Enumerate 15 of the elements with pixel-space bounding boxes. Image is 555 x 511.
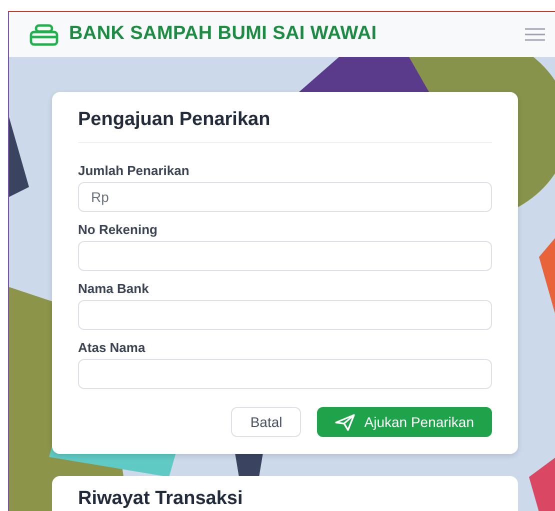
card-title: Pengajuan Penarikan [78,108,492,143]
input-field[interactable] [78,359,492,389]
basket-icon [29,24,59,46]
cancel-button[interactable]: Batal [231,407,302,437]
input-field[interactable]: Rp [78,182,492,212]
input-field[interactable] [78,300,492,330]
menu-icon[interactable] [525,28,545,41]
send-icon [335,414,356,430]
field-label: Nama Bank [78,281,150,297]
input-field[interactable] [78,241,492,271]
card-title: Riwayat Transaksi [78,488,244,510]
brand-title: BANK SAMPAH BUMI SAI WAWAI [69,22,377,46]
field-label: Atas Nama [78,340,146,356]
field-label: Jumlah Penarikan [78,163,190,179]
field-label: No Rekening [78,222,158,238]
